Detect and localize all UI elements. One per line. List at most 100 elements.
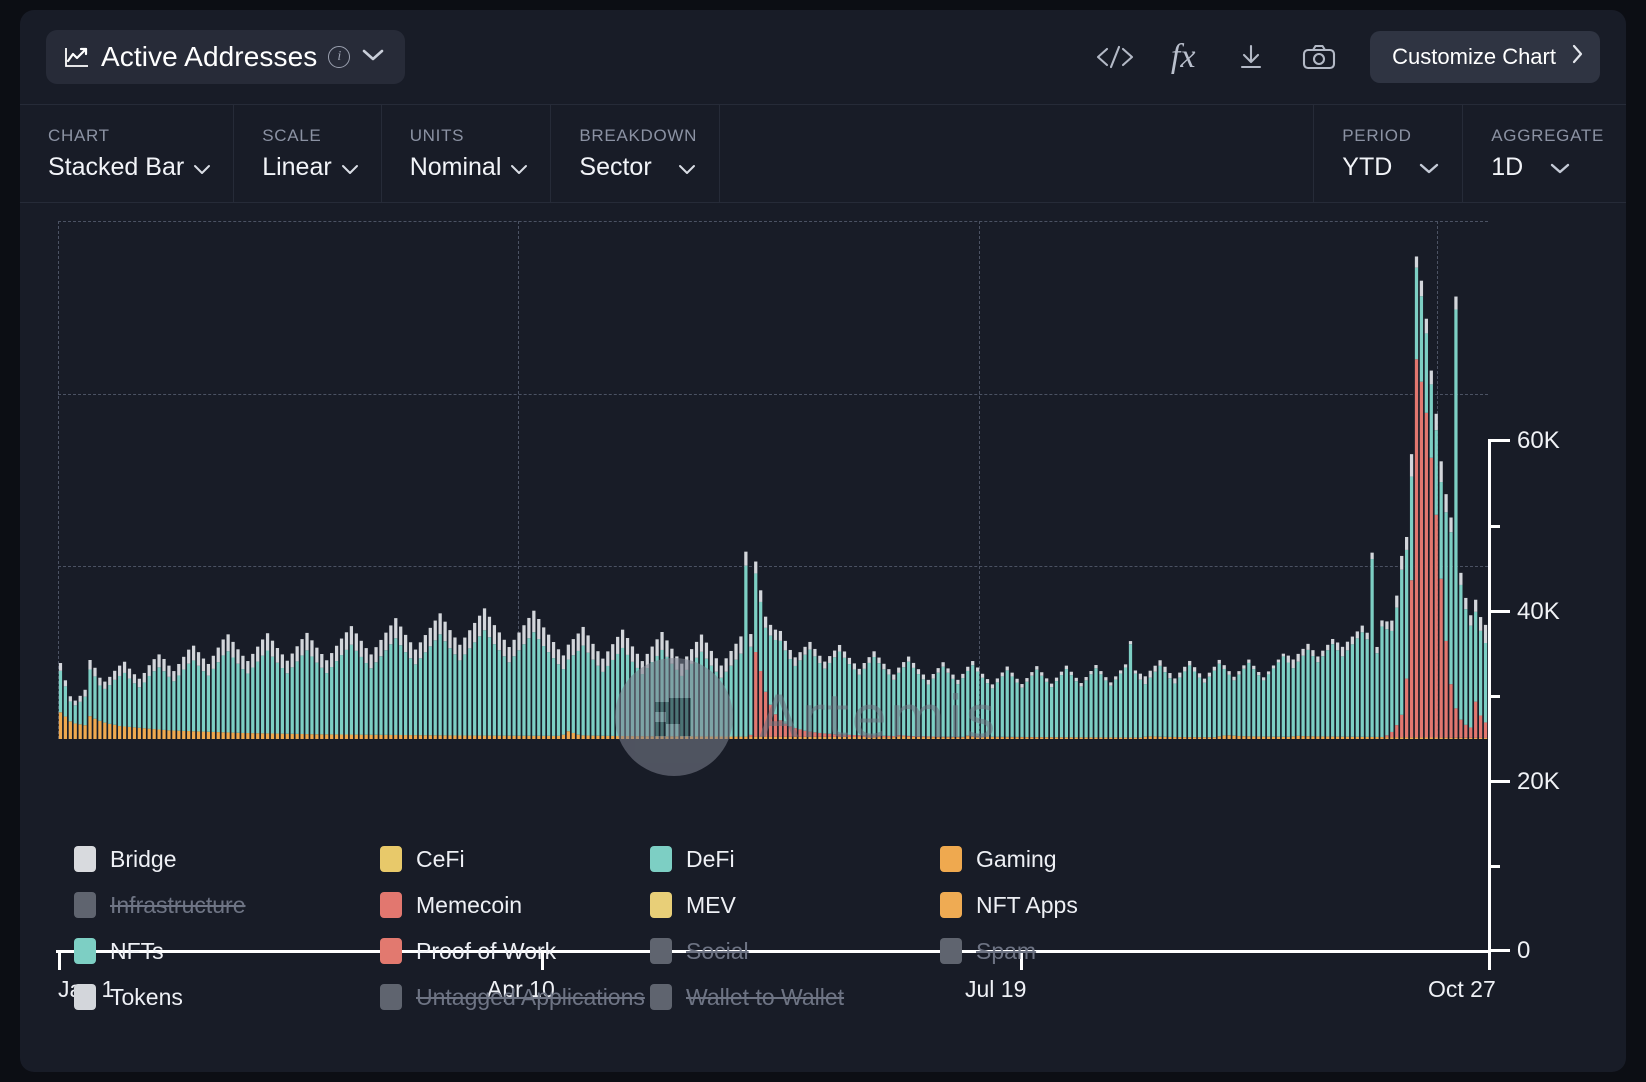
chevron-right-icon bbox=[1570, 43, 1584, 71]
chart-area: Artemis 60K 40K 20K 0 Jan 1 Apr 10 Jul 1… bbox=[20, 203, 1626, 823]
control-units-value[interactable]: Nominal bbox=[410, 153, 529, 182]
control-breakdown[interactable]: BREAKDOWN Sector bbox=[551, 105, 720, 202]
legend-label: DeFi bbox=[686, 846, 735, 873]
customize-chart-button[interactable]: Customize Chart bbox=[1370, 31, 1600, 83]
legend-swatch bbox=[940, 938, 962, 964]
legend-swatch bbox=[650, 984, 672, 1010]
control-scale-text: Linear bbox=[262, 153, 332, 182]
x-tick-jan1 bbox=[58, 950, 61, 970]
legend-label: Social bbox=[686, 938, 749, 965]
legend-label: Infrastructure bbox=[110, 892, 246, 919]
control-period-text: YTD bbox=[1342, 153, 1392, 182]
embed-code-icon[interactable] bbox=[1094, 36, 1136, 78]
y-axis-label-20k: 20K bbox=[1517, 768, 1560, 796]
chevron-down-icon bbox=[1418, 153, 1440, 182]
control-chart-type-label: CHART bbox=[48, 126, 211, 146]
control-period-label: PERIOD bbox=[1342, 126, 1440, 146]
legend-label: NFT Apps bbox=[976, 892, 1078, 919]
y-axis-label-60k: 60K bbox=[1517, 427, 1560, 455]
chevron-down-icon[interactable] bbox=[361, 47, 385, 68]
legend-label: Spam bbox=[976, 938, 1036, 965]
legend-item-nfts[interactable]: NFTs bbox=[74, 934, 380, 968]
y-tick-20k bbox=[1488, 780, 1510, 783]
control-aggregate[interactable]: AGGREGATE 1D bbox=[1463, 105, 1626, 202]
chart-app-window: Active Addresses i fx bbox=[20, 10, 1626, 1072]
info-icon[interactable]: i bbox=[328, 46, 350, 68]
y-axis-label-40k: 40K bbox=[1517, 598, 1560, 626]
chevron-down-icon bbox=[1549, 153, 1571, 182]
plot-region bbox=[58, 221, 1488, 739]
legend-item-mev[interactable]: MEV bbox=[650, 888, 940, 922]
control-aggregate-text: 1D bbox=[1491, 153, 1523, 182]
stacked-bar-series[interactable] bbox=[58, 221, 1488, 739]
control-units[interactable]: UNITS Nominal bbox=[382, 105, 552, 202]
control-aggregate-value[interactable]: 1D bbox=[1491, 153, 1604, 182]
legend-swatch bbox=[74, 892, 96, 918]
legend-label: Gaming bbox=[976, 846, 1057, 873]
line-chart-icon bbox=[64, 46, 90, 68]
legend-swatch bbox=[380, 892, 402, 918]
legend-swatch bbox=[940, 846, 962, 872]
legend-label: MEV bbox=[686, 892, 736, 919]
legend-item-infrastructure[interactable]: Infrastructure bbox=[74, 888, 380, 922]
legend-label: Memecoin bbox=[416, 892, 522, 919]
control-breakdown-text: Sector bbox=[579, 153, 651, 182]
metric-selector[interactable]: Active Addresses i bbox=[46, 30, 405, 84]
legend-item-proof-of-work[interactable]: Proof of Work bbox=[380, 934, 650, 968]
legend-label: NFTs bbox=[110, 938, 164, 965]
control-aggregate-label: AGGREGATE bbox=[1491, 126, 1604, 146]
header-toolbar: fx Customize Chart bbox=[1094, 31, 1600, 83]
legend-item-spam[interactable]: Spam bbox=[940, 934, 1524, 968]
legend-item-wallet-to-wallet[interactable]: Wallet to Wallet bbox=[650, 980, 940, 1014]
control-scale-value[interactable]: Linear bbox=[262, 153, 359, 182]
legend-swatch bbox=[650, 938, 672, 964]
control-chart-type-text: Stacked Bar bbox=[48, 153, 184, 182]
legend-label: Proof of Work bbox=[416, 938, 556, 965]
legend-item-cefi[interactable]: CeFi bbox=[380, 842, 650, 876]
legend-item-bridge[interactable]: Bridge bbox=[74, 842, 380, 876]
legend-swatch bbox=[650, 892, 672, 918]
control-scale[interactable]: SCALE Linear bbox=[234, 105, 382, 202]
legend-label: Untagged Applications bbox=[416, 984, 645, 1011]
control-period-value[interactable]: YTD bbox=[1342, 153, 1440, 182]
chevron-down-icon bbox=[341, 153, 359, 182]
control-units-text: Nominal bbox=[410, 153, 502, 182]
chart-header: Active Addresses i fx bbox=[20, 10, 1626, 104]
download-icon[interactable] bbox=[1230, 36, 1272, 78]
legend-swatch bbox=[940, 892, 962, 918]
control-scale-label: SCALE bbox=[262, 126, 359, 146]
control-breakdown-value[interactable]: Sector bbox=[579, 153, 697, 182]
legend-swatch bbox=[380, 846, 402, 872]
legend-label: Wallet to Wallet bbox=[686, 984, 844, 1011]
legend-label: CeFi bbox=[416, 846, 465, 873]
metric-title: Active Addresses bbox=[101, 41, 317, 73]
control-chart-type[interactable]: CHART Stacked Bar bbox=[20, 105, 234, 202]
legend-item-social[interactable]: Social bbox=[650, 934, 940, 968]
legend-item-untagged-applications[interactable]: Untagged Applications bbox=[380, 980, 650, 1014]
legend-label: Bridge bbox=[110, 846, 176, 873]
control-units-label: UNITS bbox=[410, 126, 529, 146]
y-tick-60k bbox=[1488, 439, 1510, 442]
control-period[interactable]: PERIOD YTD bbox=[1314, 105, 1463, 202]
legend-swatch bbox=[380, 938, 402, 964]
screenshot-icon[interactable] bbox=[1298, 36, 1340, 78]
legend-swatch bbox=[74, 938, 96, 964]
y-tick-50k bbox=[1488, 525, 1500, 528]
legend-item-gaming[interactable]: Gaming bbox=[940, 842, 1524, 876]
legend-label: Tokens bbox=[110, 984, 183, 1011]
control-chart-type-value[interactable]: Stacked Bar bbox=[48, 153, 211, 182]
legend-swatch bbox=[380, 984, 402, 1010]
legend-item-tokens[interactable]: Tokens bbox=[74, 980, 380, 1014]
chevron-down-icon bbox=[510, 153, 528, 182]
legend-item-nft-apps[interactable]: NFT Apps bbox=[940, 888, 1524, 922]
legend-item-defi[interactable]: DeFi bbox=[650, 842, 940, 876]
legend-item-memecoin[interactable]: Memecoin bbox=[380, 888, 650, 922]
customize-chart-label: Customize Chart bbox=[1392, 44, 1556, 70]
legend-swatch bbox=[74, 846, 96, 872]
chevron-down-icon bbox=[193, 153, 211, 182]
formula-icon[interactable]: fx bbox=[1162, 36, 1204, 78]
chart-controls-bar: CHART Stacked Bar SCALE Linear UNITS Nom… bbox=[20, 104, 1626, 203]
y-tick-40k bbox=[1488, 610, 1510, 613]
legend-swatch bbox=[650, 846, 672, 872]
legend-swatch bbox=[74, 984, 96, 1010]
